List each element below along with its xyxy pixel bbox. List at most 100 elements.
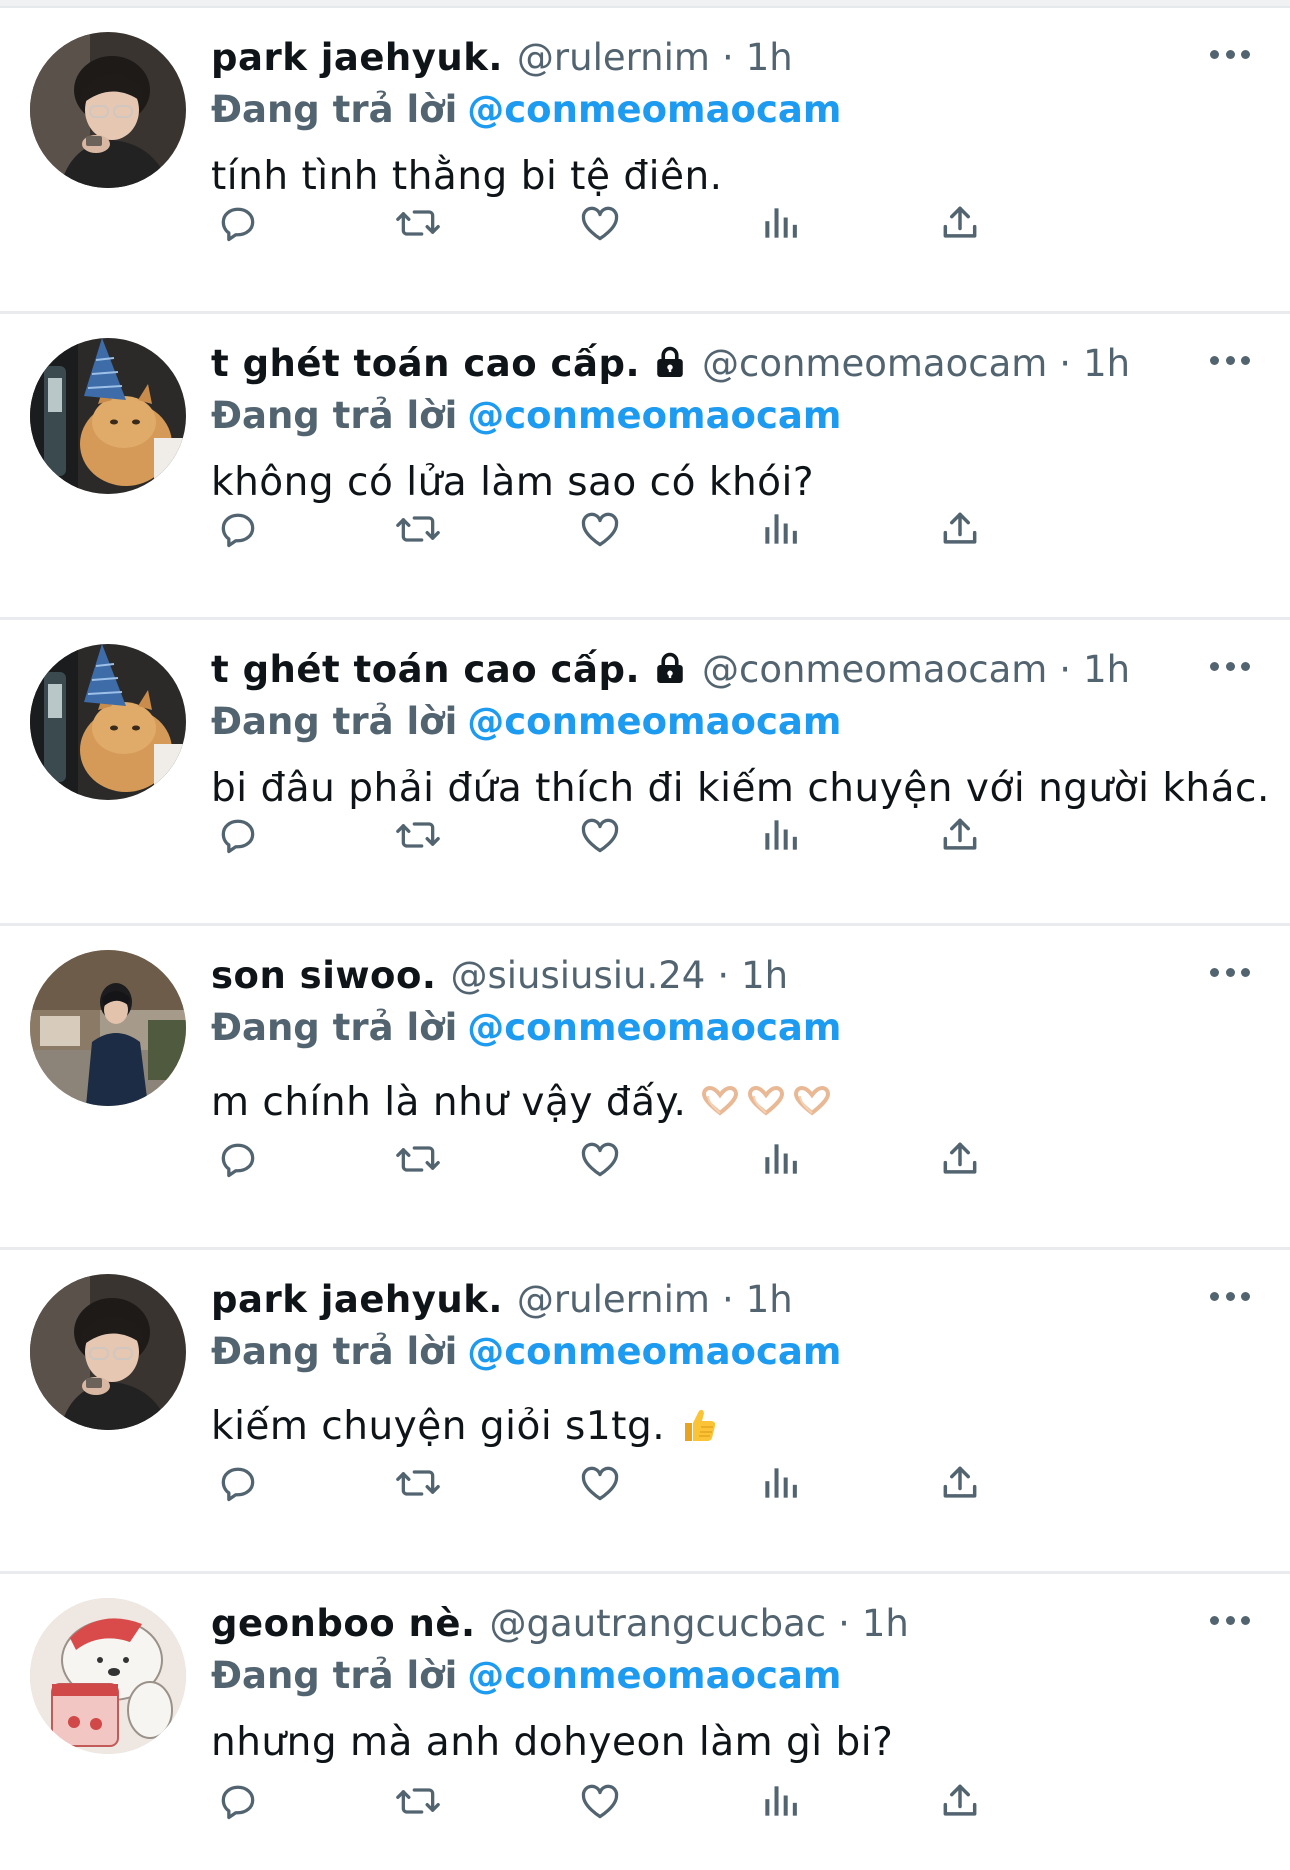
more-options-icon[interactable] [1210,1608,1250,1632]
timestamp[interactable]: 1h [862,1598,909,1650]
action-bar [211,808,1131,862]
lock-icon [652,342,688,378]
display-name[interactable]: t ghét toán cao cấp. [211,338,640,390]
tweet[interactable]: park jaehyuk. @rulernim · 1h Đang trả lờ… [0,8,1290,314]
separator-dot: · [1059,342,1072,385]
share-icon[interactable] [933,808,987,862]
reply-icon[interactable] [211,1456,265,1510]
reply-icon[interactable] [211,502,265,556]
share-icon[interactable] [933,1132,987,1186]
like-icon[interactable] [573,808,627,862]
like-icon[interactable] [573,502,627,556]
reply-target-link[interactable]: @conmeomaocam [467,1330,841,1373]
more-options-icon[interactable] [1210,960,1250,984]
replying-to: Đang trả lời @conmeomaocam [211,84,1250,136]
share-icon[interactable] [933,1774,987,1828]
avatar[interactable] [30,644,186,800]
avatar[interactable] [30,32,186,188]
like-icon[interactable] [573,1132,627,1186]
separator-dot: · [1059,648,1072,691]
tweet-text-content: nhưng mà anh dohyeon làm gì bi? [211,1720,894,1765]
replying-to: Đang trả lời @conmeomaocam [211,1002,1250,1054]
timestamp[interactable]: 1h [741,950,788,1002]
like-icon[interactable] [573,1456,627,1510]
share-icon[interactable] [933,502,987,556]
display-name[interactable]: geonboo nè. [211,1598,476,1650]
more-options-icon[interactable] [1210,42,1250,66]
retweet-icon[interactable] [391,196,445,250]
reply-icon[interactable] [211,808,265,862]
timestamp[interactable]: 1h [1083,644,1130,696]
avatar[interactable] [30,338,186,494]
replying-to: Đang trả lời @conmeomaocam [211,1326,1250,1378]
user-handle[interactable]: @gautrangcucbac [490,1598,827,1650]
retweet-icon[interactable] [391,1132,445,1186]
retweet-icon[interactable] [391,808,445,862]
reply-target-link[interactable]: @conmeomaocam [467,1006,841,1049]
more-options-icon[interactable] [1210,348,1250,372]
replying-to-label: Đang trả lời [211,394,458,437]
top-divider [0,0,1290,8]
action-bar [211,1774,1131,1828]
replying-to-label: Đang trả lời [211,1330,458,1373]
share-icon[interactable] [933,1456,987,1510]
separator-dot: · [721,36,734,79]
user-handle[interactable]: @rulernim [517,1274,710,1326]
timestamp[interactable]: 1h [746,32,793,84]
tweet[interactable]: geonboo nè. @gautrangcucbac · 1h Đang tr… [0,1574,1290,1864]
separator-dot: · [721,1278,734,1321]
tweet-header: son siwoo. @siusiusiu.24 · 1h [211,950,1250,1002]
reply-target-link[interactable]: @conmeomaocam [467,394,841,437]
retweet-icon[interactable] [391,1456,445,1510]
tweet-header: t ghét toán cao cấp. @conmeomaocam · 1h [211,338,1250,390]
tweet-text-content: tính tình thằng bi tệ điên. [211,154,723,199]
reply-icon[interactable] [211,196,265,250]
views-icon[interactable] [753,502,807,556]
reply-target-link[interactable]: @conmeomaocam [467,1654,841,1697]
views-icon[interactable] [753,196,807,250]
display-name[interactable]: son siwoo. [211,950,436,1002]
heart-hands-icon [702,1085,739,1116]
replying-to: Đang trả lời @conmeomaocam [211,696,1250,748]
views-icon[interactable] [753,1132,807,1186]
views-icon[interactable] [753,808,807,862]
retweet-icon[interactable] [391,502,445,556]
replying-to: Đang trả lời @conmeomaocam [211,1650,1250,1702]
reply-target-link[interactable]: @conmeomaocam [467,88,841,131]
share-icon[interactable] [933,196,987,250]
user-handle[interactable]: @conmeomaocam [702,644,1047,696]
tweet[interactable]: t ghét toán cao cấp. @conmeomaocam · 1h … [0,314,1290,620]
like-icon[interactable] [573,1774,627,1828]
display-name[interactable]: t ghét toán cao cấp. [211,644,640,696]
more-options-icon[interactable] [1210,1284,1250,1308]
thumbs-up-icon [685,1409,716,1441]
retweet-icon[interactable] [391,1774,445,1828]
heart-hands-emoji-group [700,1085,832,1117]
tweet[interactable]: son siwoo. @siusiusiu.24 · 1h Đang trả l… [0,926,1290,1250]
reply-icon[interactable] [211,1774,265,1828]
user-handle[interactable]: @conmeomaocam [702,338,1047,390]
views-icon[interactable] [753,1456,807,1510]
user-handle[interactable]: @siusiusiu.24 [450,950,705,1002]
avatar[interactable] [30,950,186,1106]
replying-to-label: Đang trả lời [211,88,458,131]
avatar[interactable] [30,1274,186,1430]
reply-target-link[interactable]: @conmeomaocam [467,700,841,743]
tweet[interactable]: t ghét toán cao cấp. @conmeomaocam · 1h … [0,620,1290,926]
reply-icon[interactable] [211,1132,265,1186]
tweet-header: t ghét toán cao cấp. @conmeomaocam · 1h [211,644,1250,696]
display-name[interactable]: park jaehyuk. [211,1274,503,1326]
timestamp[interactable]: 1h [746,1274,793,1326]
reply-feed: park jaehyuk. @rulernim · 1h Đang trả lờ… [0,8,1290,1864]
like-icon[interactable] [573,196,627,250]
action-bar [211,1456,1131,1510]
views-icon[interactable] [753,1774,807,1828]
timestamp[interactable]: 1h [1083,338,1130,390]
user-handle[interactable]: @rulernim [517,32,710,84]
tweet[interactable]: park jaehyuk. @rulernim · 1h Đang trả lờ… [0,1250,1290,1574]
more-options-icon[interactable] [1210,654,1250,678]
avatar[interactable] [30,1598,186,1754]
tweet-text-content: m chính là như vậy đấy. [211,1080,687,1125]
tweet-text: nhưng mà anh dohyeon làm gì bi? [211,1716,1250,1770]
display-name[interactable]: park jaehyuk. [211,32,503,84]
